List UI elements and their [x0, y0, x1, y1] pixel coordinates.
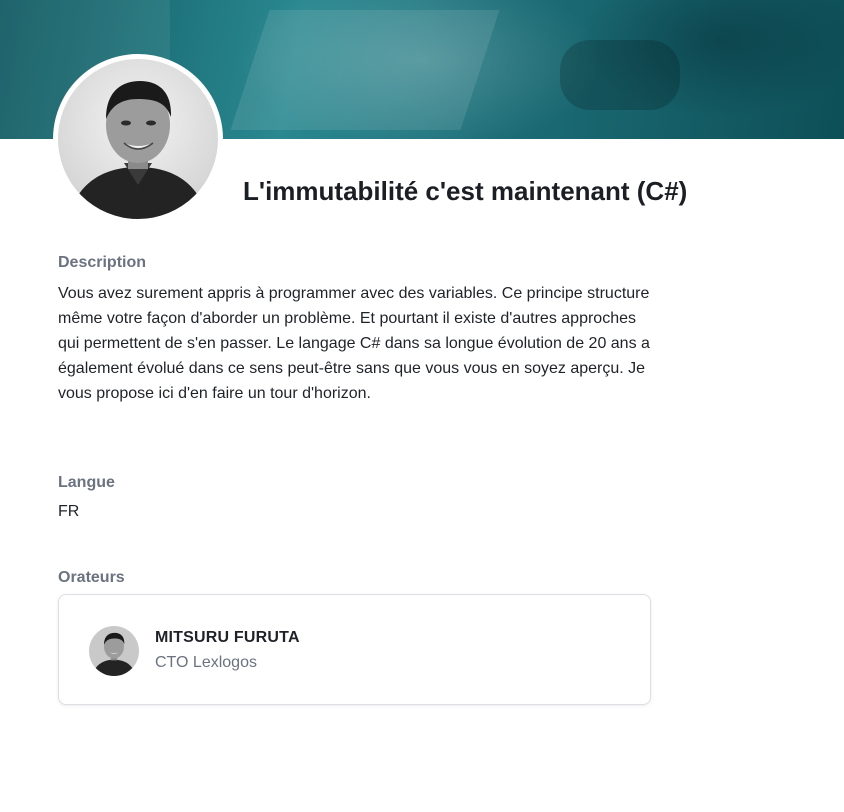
speakers-label: Orateurs	[58, 569, 125, 586]
language-label: Langue	[58, 474, 115, 491]
speaker-role: CTO Lexlogos	[155, 654, 257, 671]
language-value: FR	[58, 503, 80, 520]
talk-title: L'immutabilité c'est maintenant (C#)	[243, 176, 688, 206]
speaker-photo-small	[89, 626, 139, 676]
speaker-name: MITSURU FURUTA	[155, 629, 300, 646]
speaker-photo-large	[53, 54, 223, 224]
speaker-card[interactable]: MITSURU FURUTA CTO Lexlogos	[58, 594, 651, 705]
description-text: Vous avez surement appris à programmer a…	[58, 285, 650, 402]
description-label: Description	[58, 254, 147, 271]
